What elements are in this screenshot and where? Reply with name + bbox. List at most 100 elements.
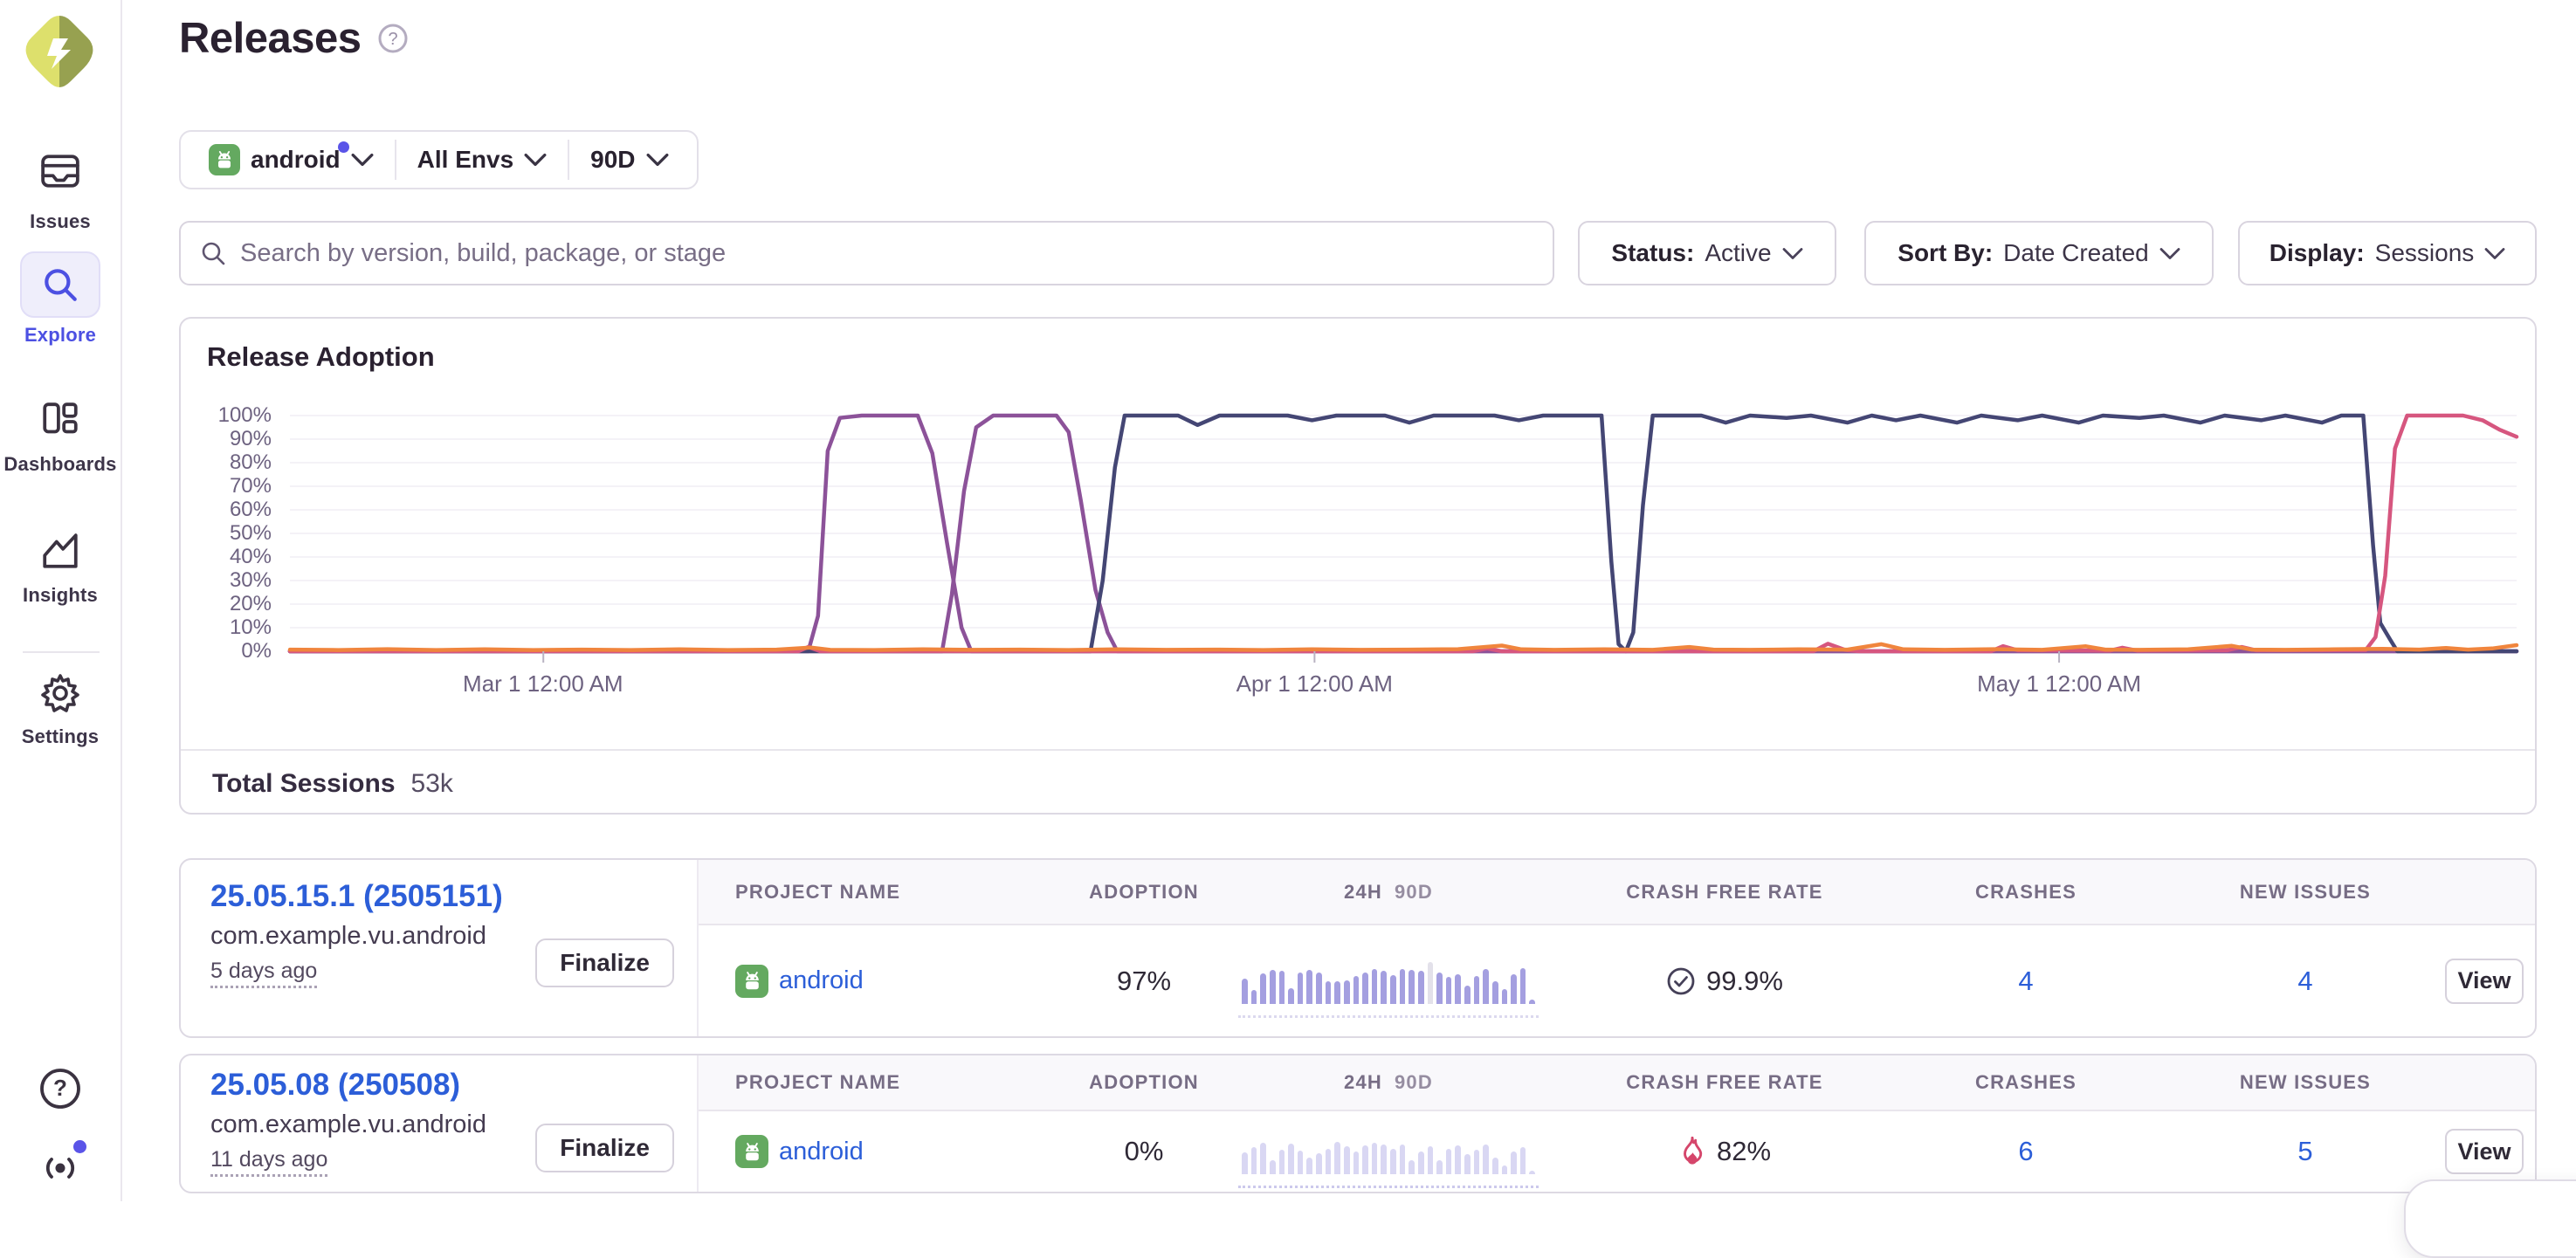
finalize-button[interactable]: Finalize xyxy=(535,938,674,987)
page-title: Releases xyxy=(179,14,362,63)
environment-filter[interactable]: All Envs xyxy=(396,132,568,188)
search-input[interactable] xyxy=(240,239,1533,268)
sort-by-dropdown[interactable]: Sort By: Date Created xyxy=(1864,221,2214,285)
col-range-toggle[interactable]: 24H 90D xyxy=(1214,881,1563,904)
date-range-filter[interactable]: 90D xyxy=(569,132,689,188)
new-issues-count[interactable]: 4 xyxy=(2297,966,2312,997)
release-table-header: PROJECT NAME ADOPTION 24H 90D CRASH FREE … xyxy=(699,1055,2535,1111)
sparkline-bar xyxy=(1288,988,1294,1004)
sparkline-bar xyxy=(1428,962,1434,1004)
sparkline-bar xyxy=(1316,1153,1322,1174)
adoption-sparkline[interactable] xyxy=(1242,1129,1535,1174)
sparkline-bar xyxy=(1492,1158,1498,1174)
floating-widget[interactable] xyxy=(2404,1179,2576,1258)
sparkline-bar xyxy=(1390,1149,1396,1174)
sparkline-bar xyxy=(1316,973,1322,1004)
sparkline-bar xyxy=(1251,1147,1257,1174)
chevron-down-icon xyxy=(524,153,547,167)
release-adoption-card: Release Adoption 0%10%20%30%40%50%60%70%… xyxy=(179,317,2537,815)
help-button[interactable]: ? xyxy=(0,1067,121,1110)
page-header: Releases ? xyxy=(179,14,409,63)
release-version-link[interactable]: 25.05.15.1 (2505151) xyxy=(210,879,674,914)
finalize-button[interactable]: Finalize xyxy=(535,1124,674,1172)
chevron-down-icon xyxy=(1782,247,1803,260)
page-help-icon[interactable]: ? xyxy=(377,23,409,54)
project-notification-dot xyxy=(338,141,349,153)
col-crashes: CRASHES xyxy=(1886,881,2166,904)
sparkline-bar xyxy=(1362,1145,1368,1174)
date-range-filter-value: 90D xyxy=(590,146,635,174)
col-adoption: ADOPTION xyxy=(1074,1071,1214,1094)
display-dropdown[interactable]: Display: Sessions xyxy=(2238,221,2537,285)
col-crash-free-rate: CRASH FREE RATE xyxy=(1563,881,1886,904)
sparkline-bar xyxy=(1251,990,1257,1004)
sparkline-bar xyxy=(1529,1171,1535,1174)
whats-new-button[interactable] xyxy=(0,1145,121,1189)
release-search xyxy=(179,221,1554,285)
sidebar-item-explore[interactable]: Explore xyxy=(0,251,121,347)
project-filter-value: android xyxy=(251,146,341,174)
status-dropdown[interactable]: Status: Active xyxy=(1578,221,1836,285)
range-90d[interactable]: 90D xyxy=(1395,881,1433,903)
android-project-icon xyxy=(209,144,240,175)
col-crash-free-rate: CRASH FREE RATE xyxy=(1563,1071,1886,1094)
col-range-toggle[interactable]: 24H 90D xyxy=(1214,1071,1563,1094)
notification-dot xyxy=(73,1140,86,1153)
range-24h[interactable]: 24H xyxy=(1344,1071,1382,1093)
x-axis-label: May 1 12:00 AM xyxy=(1977,651,2141,698)
sparkline-bar xyxy=(1381,1145,1387,1174)
check-circle-icon xyxy=(1666,966,1696,996)
sparkline-bar xyxy=(1474,1150,1480,1174)
crashes-count[interactable]: 4 xyxy=(2018,966,2033,997)
col-project-name: PROJECT NAME xyxy=(699,1071,1074,1094)
sparkline-bar xyxy=(1474,976,1480,1004)
sidebar-item-issues[interactable]: Issues xyxy=(0,138,121,233)
sparkline-bar xyxy=(1464,1154,1471,1174)
gear-icon xyxy=(20,667,100,719)
app-logo-icon[interactable] xyxy=(24,14,94,89)
insights-icon xyxy=(20,526,100,578)
chevron-down-icon xyxy=(351,153,374,167)
search-icon xyxy=(200,240,226,266)
sidebar-item-settings[interactable]: Settings xyxy=(0,667,121,748)
col-adoption: ADOPTION xyxy=(1074,881,1214,904)
range-90d[interactable]: 90D xyxy=(1395,1071,1433,1093)
range-24h[interactable]: 24H xyxy=(1344,881,1382,903)
sparkline-bar xyxy=(1390,975,1396,1004)
sparkline-bar xyxy=(1446,977,1452,1004)
project-filter[interactable]: android xyxy=(188,132,395,188)
android-project-icon xyxy=(735,965,768,998)
view-button[interactable]: View xyxy=(2445,959,2524,1004)
y-axis-label: 10% xyxy=(181,615,272,640)
y-axis-label: 80% xyxy=(181,450,272,475)
release-table-row: android 97% 99.9% 4 4 View xyxy=(699,925,2535,1036)
sparkline-bar xyxy=(1326,981,1332,1004)
sparkline-bar xyxy=(1288,1144,1294,1174)
environment-filter-value: All Envs xyxy=(417,146,513,174)
sparkline-bar xyxy=(1298,973,1304,1004)
crashes-count[interactable]: 6 xyxy=(2018,1136,2033,1167)
x-axis-label: Apr 1 12:00 AM xyxy=(1236,651,1393,698)
adoption-sparkline[interactable] xyxy=(1242,959,1535,1004)
project-link[interactable]: android xyxy=(779,966,864,995)
project-link[interactable]: android xyxy=(779,1138,864,1166)
adoption-percent: 97% xyxy=(1117,966,1171,997)
display-value: Sessions xyxy=(2375,239,2475,267)
y-axis-label: 70% xyxy=(181,474,272,498)
sidebar-item-insights[interactable]: Insights xyxy=(0,526,121,607)
sparkline-bar xyxy=(1520,1147,1526,1174)
sparkline-bar xyxy=(1372,969,1378,1004)
release-version-link[interactable]: 25.05.08 (250508) xyxy=(210,1068,674,1103)
view-button[interactable]: View xyxy=(2445,1129,2524,1174)
sparkline-bar xyxy=(1464,986,1471,1004)
sparkline-bar xyxy=(1372,1143,1378,1174)
y-axis-label: 50% xyxy=(181,521,272,546)
y-axis-label: 30% xyxy=(181,568,272,593)
adoption-chart[interactable] xyxy=(290,416,2517,651)
sparkline-bar xyxy=(1270,970,1276,1004)
new-issues-count[interactable]: 5 xyxy=(2297,1136,2312,1167)
sidebar-divider xyxy=(23,651,100,653)
release-card: 25.05.15.1 (2505151) com.example.vu.andr… xyxy=(179,858,2537,1038)
sidebar-item-dashboards[interactable]: Dashboards xyxy=(0,395,121,476)
sparkline-bar xyxy=(1428,1146,1434,1174)
